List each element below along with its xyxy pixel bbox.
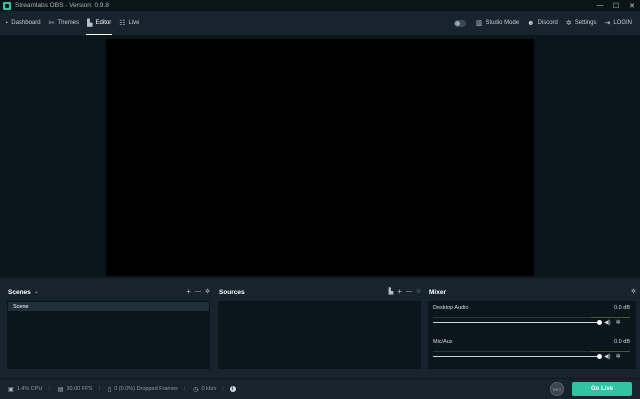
volume-icon[interactable]: ◀) (604, 319, 611, 326)
nav-studio-mode[interactable]: ▥ Studio Mode (472, 11, 523, 35)
mixer-title: Mixer (429, 288, 446, 296)
nav-live-label: Live (128, 20, 140, 26)
vu-meter-fill (590, 317, 630, 318)
go-live-button[interactable]: Go Live (572, 382, 632, 396)
mixer-header: Mixer ✲ (421, 284, 640, 300)
separator: | (183, 386, 186, 392)
nav-discord-label: Discord (537, 20, 558, 26)
volume-slider-handle[interactable] (597, 354, 602, 359)
add-source-button[interactable]: + (397, 288, 402, 296)
fps-stat: ▤ 30.00 FPS (58, 386, 93, 393)
gear-icon: ✲ (565, 20, 572, 27)
scenes-tools: + — ✲ (182, 288, 210, 296)
vu-meter-fill (590, 351, 630, 352)
nav-login[interactable]: ⇥ LOGIN (600, 11, 636, 35)
cpu-value: 1.4% CPU (16, 386, 43, 392)
remove-source-button[interactable]: — (406, 288, 412, 296)
sources-dock: Sources ▙ + — ✲ (211, 284, 425, 373)
discord-icon: ☻ (527, 19, 535, 27)
nav-dashboard[interactable]: ◔ Dashboard (0, 11, 45, 35)
volume-slider[interactable] (433, 320, 602, 325)
maximize-button[interactable]: ☐ (608, 0, 624, 11)
minimize-button[interactable]: — (592, 0, 608, 11)
nav-editor-label: Editor (95, 20, 112, 26)
fps-value: 30.00 FPS (66, 386, 93, 392)
separator: | (98, 386, 100, 392)
record-button[interactable]: REC (550, 382, 564, 396)
bitrate-stat: ◷ 0 kb/s (193, 386, 216, 393)
mixer-tools: ✲ (627, 288, 636, 296)
nav-settings-label: Settings (574, 20, 597, 26)
sources-header: Sources ▙ + — ✲ (211, 284, 425, 300)
window-title: Streamlabs OBS - Version: 0.9.8 (15, 2, 109, 9)
frames-icon: ▯ (107, 386, 112, 393)
themes-icon: ✄ (48, 20, 55, 27)
channel-db: 0.0 dB (614, 305, 630, 311)
separator: | (48, 386, 50, 392)
cpu-stat: ▣ 1.4% CPU (8, 386, 42, 393)
window-controls: — ☐ ✕ (592, 0, 640, 11)
separator: | (222, 386, 224, 392)
sources-tools: ▙ + — ✲ (385, 288, 421, 296)
vu-meter (433, 317, 630, 318)
editor-icon: ▙ (87, 20, 93, 27)
add-folder-icon[interactable]: ▙ (389, 288, 394, 296)
nav-dashboard-label: Dashboard (11, 20, 41, 26)
nav-discord[interactable]: ☻ Discord (523, 11, 562, 35)
vu-meter (433, 351, 630, 352)
close-button[interactable]: ✕ (624, 0, 640, 11)
streamlabs-logo-icon (3, 1, 11, 10)
night-mode-toggle[interactable] (453, 19, 466, 27)
dropped-frames-stat: ▯ 0 (0.0%) Dropped Frames (108, 386, 178, 393)
top-navigation: ◔ Dashboard ✄ Themes ▙ Editor ☷ Live ▥ S… (0, 11, 640, 36)
channel-db: 0.0 dB (614, 339, 630, 345)
nav-live[interactable]: ☷ Live (115, 11, 143, 35)
stream-preview[interactable] (106, 39, 534, 276)
nav-themes-label: Themes (57, 20, 80, 26)
add-scene-button[interactable]: + (186, 288, 191, 296)
live-icon: ☷ (119, 20, 126, 27)
scene-settings-icon[interactable]: ✲ (205, 288, 210, 296)
volume-slider[interactable] (433, 354, 602, 359)
nav-studio-mode-label: Studio Mode (485, 20, 520, 26)
scene-collection-dropdown[interactable]: ⌄ (34, 288, 39, 296)
channel-name: Mic/Aux (433, 339, 453, 345)
dashboard-icon: ◔ (4, 19, 9, 27)
mixer-channel-mic-aux: Mic/Aux 0.0 dB ◀) ✲ (428, 335, 636, 369)
title-bar: Streamlabs OBS - Version: 0.9.8 — ☐ ✕ (0, 0, 640, 11)
info-icon[interactable]: i (229, 386, 236, 392)
nav-login-label: LOGIN (613, 20, 632, 26)
channel-controls: ◀) ✲ (604, 319, 626, 326)
nav-editor[interactable]: ▙ Editor (83, 11, 115, 35)
nav-right-group: ▥ Studio Mode ☻ Discord ✲ Settings ⇥ LOG… (453, 11, 636, 35)
studio-mode-icon: ▥ (475, 20, 483, 27)
mixer-channel-desktop-audio: Desktop Audio 0.0 dB ◀) ✲ (428, 301, 636, 335)
mixer-dock: Mixer ✲ Desktop Audio 0.0 dB ◀) ✲ Mic/Au… (421, 284, 640, 373)
volume-icon[interactable]: ◀) (604, 353, 611, 360)
scenes-title: Scenes (8, 288, 31, 296)
mixer-list: Desktop Audio 0.0 dB ◀) ✲ Mic/Aux 0.0 dB… (428, 301, 636, 369)
volume-slider-handle[interactable] (597, 320, 602, 325)
scenes-header: Scenes ⌄ + — ✲ (0, 284, 214, 300)
dropped-frames-value: 0 (0.0%) Dropped Frames (114, 386, 178, 392)
channel-name: Desktop Audio (433, 305, 469, 311)
bitrate-value: 0 kb/s (201, 386, 217, 392)
scene-item[interactable]: Scene (8, 302, 209, 311)
fps-icon: ▤ (57, 386, 64, 393)
login-icon: ⇥ (604, 20, 611, 27)
scenes-list: Scene (7, 301, 210, 369)
channel-gear-icon[interactable]: ✲ (616, 319, 621, 326)
scenes-dock: Scenes ⌄ + — ✲ Scene (0, 284, 214, 373)
nav-themes[interactable]: ✄ Themes (45, 11, 84, 35)
channel-gear-icon[interactable]: ✲ (616, 353, 621, 360)
status-footer: ▣ 1.4% CPU | ▤ 30.00 FPS | ▯ 0 (0.0%) Dr… (0, 378, 640, 399)
cpu-icon: ▣ (8, 386, 14, 393)
remove-scene-button[interactable]: — (195, 288, 201, 296)
sources-list (218, 301, 421, 369)
nav-settings[interactable]: ✲ Settings (562, 11, 601, 35)
channel-controls: ◀) ✲ (604, 353, 626, 360)
speed-icon: ◷ (193, 386, 199, 393)
mixer-settings-icon[interactable]: ✲ (631, 288, 636, 296)
sources-title: Sources (219, 288, 245, 296)
